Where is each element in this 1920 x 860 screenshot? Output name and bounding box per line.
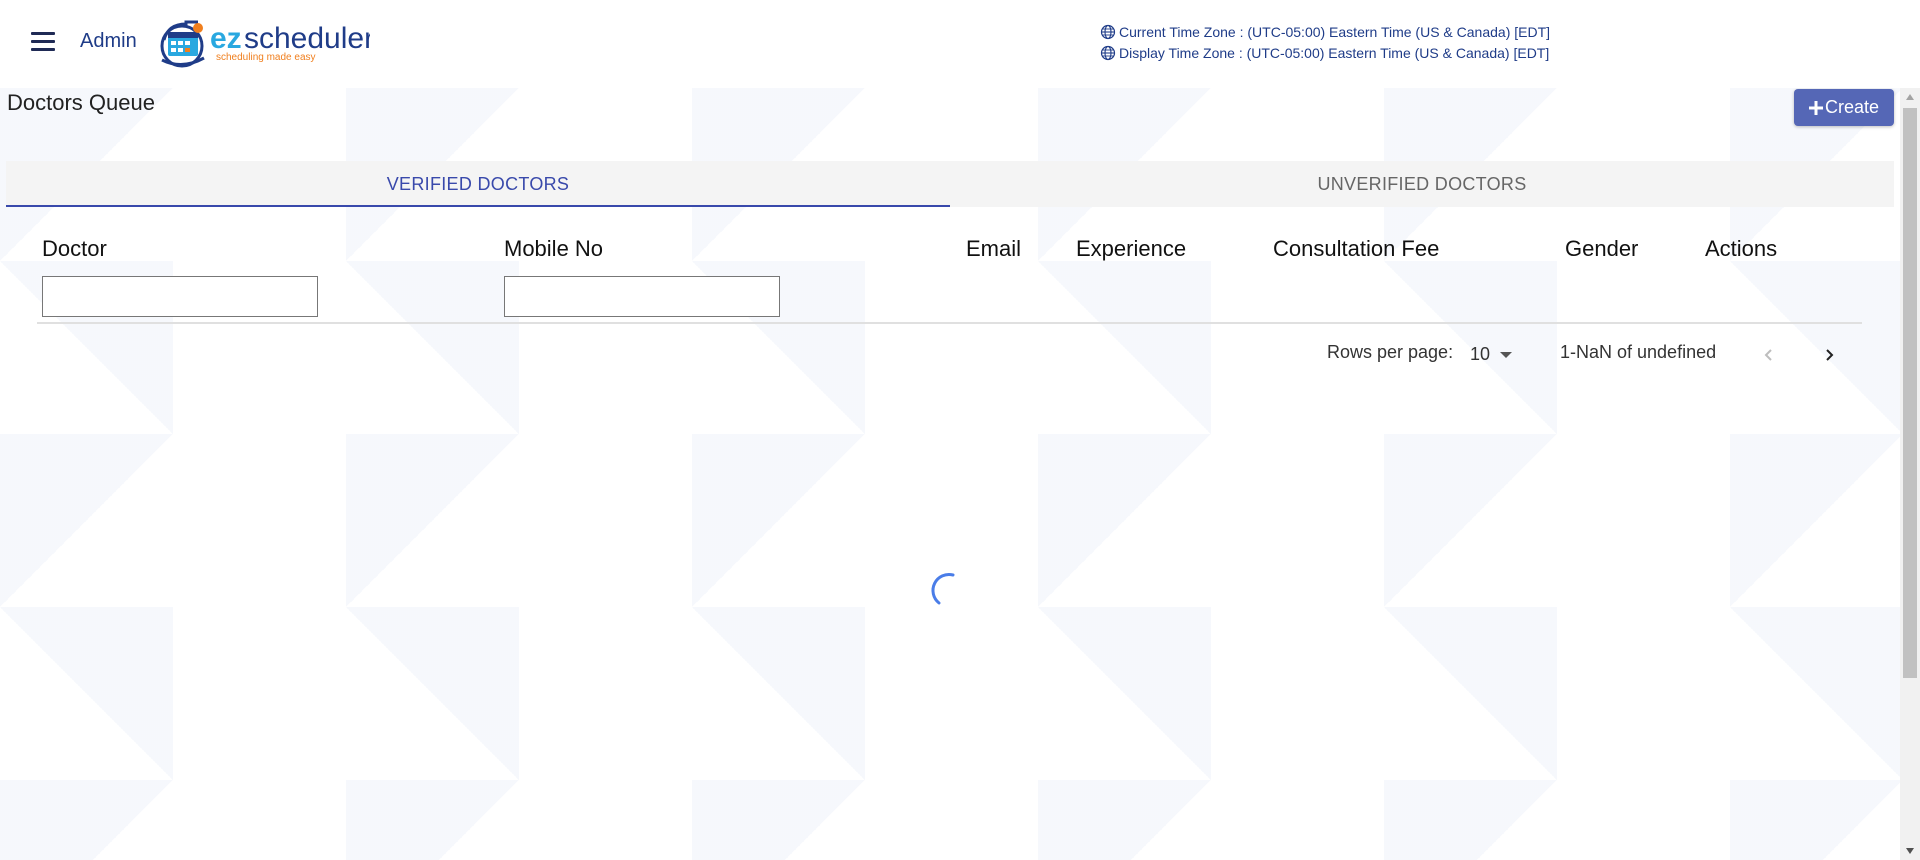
logo-tagline: scheduling made easy: [216, 52, 316, 63]
tab-verified-doctors[interactable]: VERIFIED DOCTORS: [6, 161, 950, 207]
rows-per-page-label: Rows per page:: [1327, 342, 1454, 362]
column-header-mobile-no[interactable]: Mobile No: [504, 236, 603, 262]
current-time-zone-text: Current Time Zone : (UTC-05:00) Eastern …: [1119, 24, 1551, 40]
create-button-label: Create: [1824, 97, 1880, 117]
tab-unverified-doctors[interactable]: UNVERIFIED DOCTORS: [950, 161, 1894, 207]
caret-down-icon: [1500, 351, 1513, 358]
create-button[interactable]: Create: [1794, 89, 1894, 126]
column-header-email[interactable]: Email: [966, 236, 1021, 262]
scroll-up-icon[interactable]: [1906, 94, 1914, 100]
plus-icon: [1808, 100, 1823, 115]
table-header: Doctor Mobile No Email Experience Consul…: [37, 228, 1862, 324]
logo-ez-text: ez: [210, 22, 242, 55]
globe-icon: [1100, 24, 1116, 40]
globe-icon: [1100, 45, 1116, 61]
column-header-doctor[interactable]: Doctor: [42, 236, 107, 262]
rows-per-page-select[interactable]: 10: [1470, 344, 1513, 365]
chevron-right-icon: [1826, 349, 1834, 361]
column-header-actions: Actions: [1705, 236, 1778, 261]
scroll-down-icon[interactable]: [1906, 848, 1914, 854]
chevron-left-icon: [1764, 349, 1772, 361]
column-header-consultation-fee[interactable]: Consultation Fee: [1273, 236, 1439, 262]
previous-page-button[interactable]: [1756, 342, 1782, 368]
display-time-zone[interactable]: Display Time Zone : (UTC-05:00) Eastern …: [1100, 45, 1549, 61]
logo-scheduler-text: scheduler: [244, 22, 370, 55]
spinner-icon: [931, 573, 955, 605]
doctor-tabs: VERIFIED DOCTORS UNVERIFIED DOCTORS: [6, 161, 1894, 207]
ezscheduler-logo[interactable]: ez scheduler scheduling made easy: [158, 18, 370, 68]
display-time-zone-text: Display Time Zone : (UTC-05:00) Eastern …: [1119, 45, 1550, 61]
hamburger-icon[interactable]: [31, 32, 57, 54]
current-time-zone: Current Time Zone : (UTC-05:00) Eastern …: [1100, 24, 1550, 40]
mobile-filter-input[interactable]: [504, 276, 780, 317]
admin-label: Admin: [80, 30, 137, 52]
main-content: Doctors Queue Create VERIFIED DOCTORS UN…: [0, 88, 1900, 860]
column-header-experience[interactable]: Experience: [1076, 236, 1186, 262]
vertical-scrollbar[interactable]: [1900, 88, 1920, 860]
app-header: Admin ez scheduler scheduling made easy …: [0, 0, 1920, 88]
pagination-range: 1-NaN of undefined: [1560, 342, 1717, 362]
column-header-gender[interactable]: Gender: [1565, 236, 1638, 262]
rows-per-page-value: 10: [1470, 344, 1491, 364]
page-title: Doctors Queue: [7, 90, 155, 115]
scroll-thumb[interactable]: [1903, 108, 1917, 678]
doctor-filter-input[interactable]: [42, 276, 318, 317]
next-page-button[interactable]: [1816, 342, 1842, 368]
